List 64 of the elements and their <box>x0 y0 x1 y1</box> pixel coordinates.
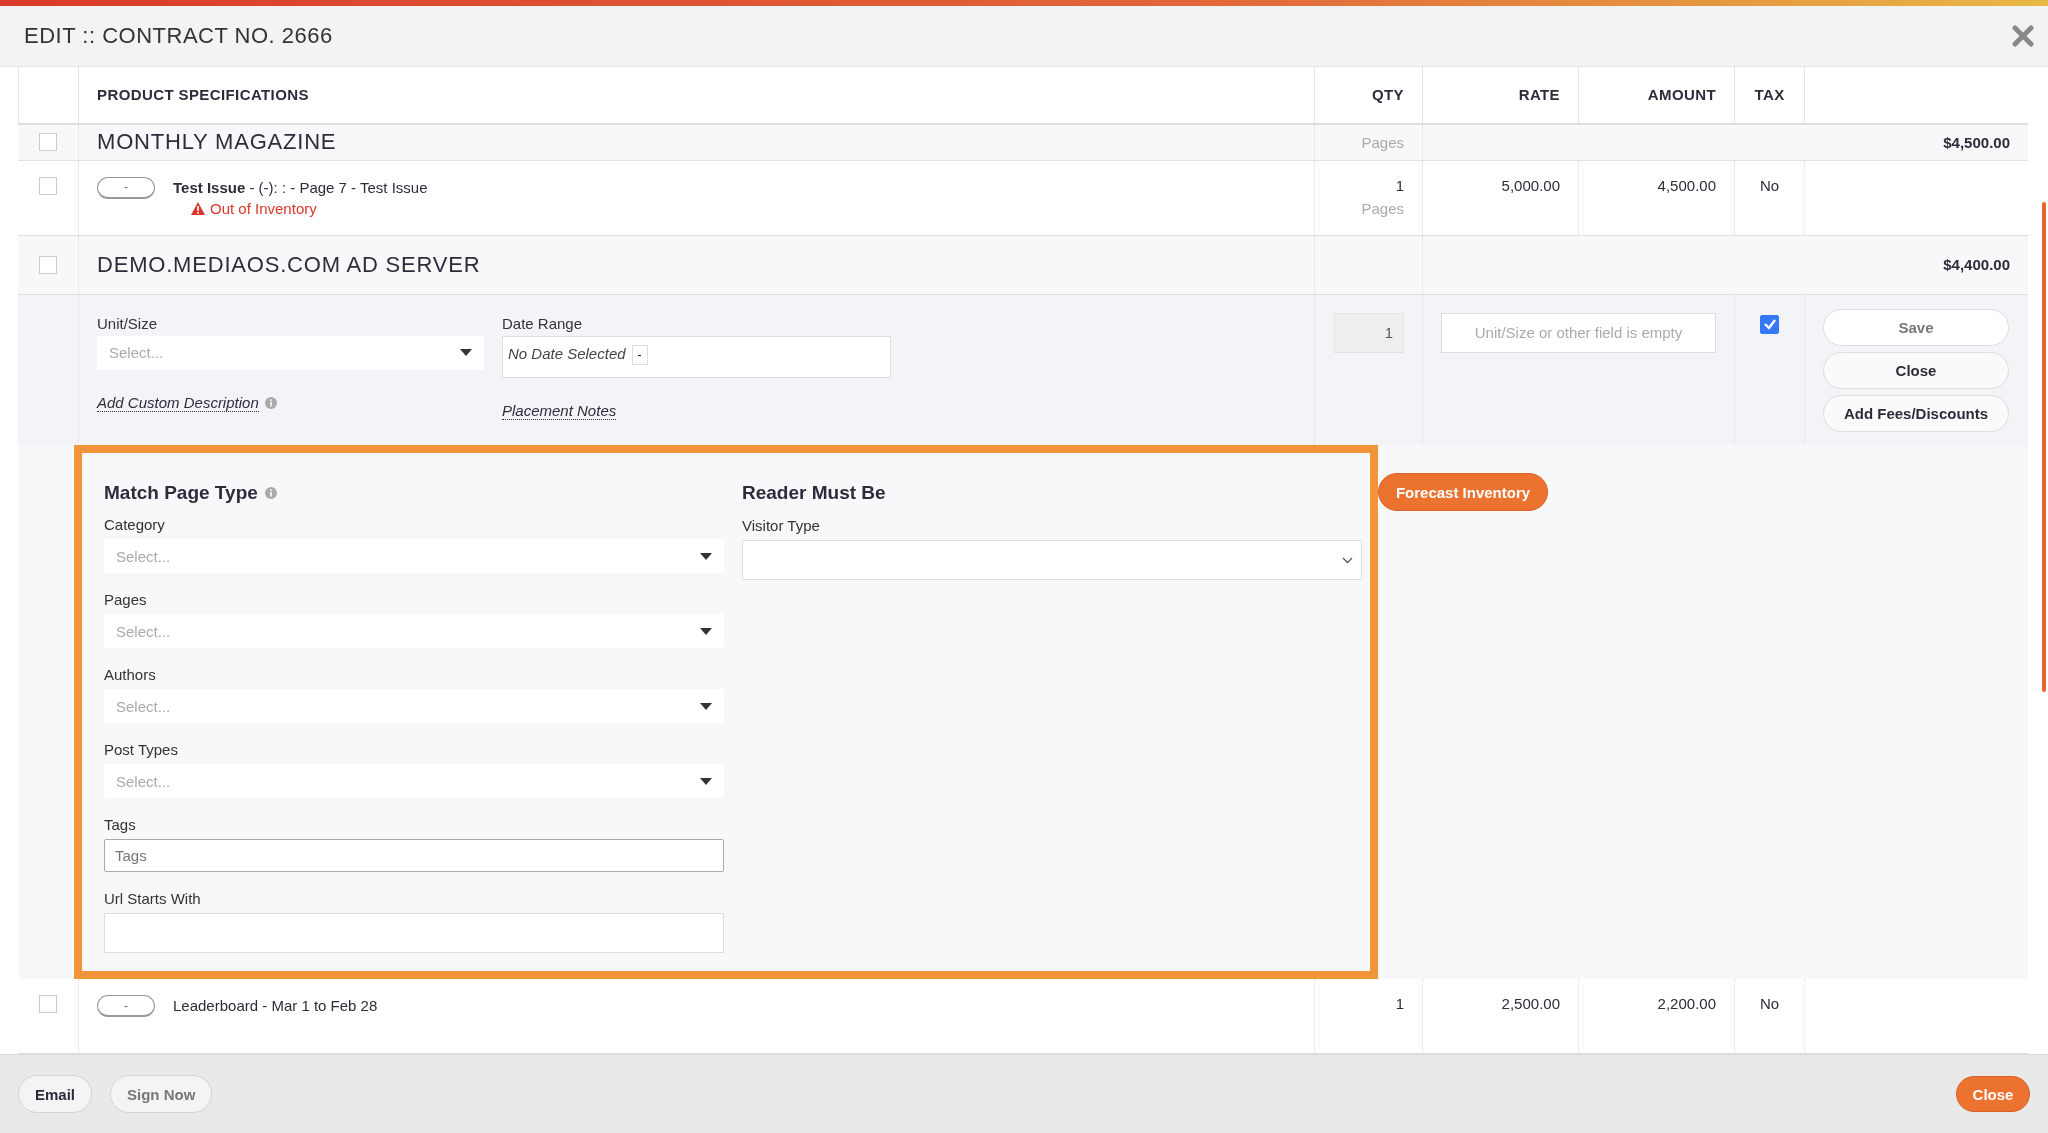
tax-value: No <box>1759 995 1780 1012</box>
caret-icon <box>460 349 472 357</box>
tax-value: No <box>1759 176 1780 194</box>
column-header: TAX <box>1754 86 1785 104</box>
rate: 2,500.00 <box>1501 995 1560 1012</box>
quantity: 1 <box>1395 995 1404 1012</box>
tags-field[interactable]: Tags <box>104 839 724 872</box>
quantity-field[interactable]: 1 <box>1334 312 1404 353</box>
warning-text: Out of Inventory <box>210 199 317 217</box>
column-header: RATE <box>1518 86 1560 104</box>
checkbox[interactable] <box>39 176 57 195</box>
quantity: 1 <box>1395 176 1404 194</box>
field-label: Post Types <box>104 741 179 758</box>
amount: 4,500.00 <box>1657 176 1716 194</box>
email-button[interactable]: Email <box>18 1075 93 1113</box>
add-description-link[interactable]: Add Custom Description <box>97 393 259 412</box>
close-icon[interactable] <box>2012 25 2034 47</box>
unit-label: Pages <box>1361 133 1404 151</box>
field-label: Unit/Size <box>97 314 159 332</box>
checkbox[interactable] <box>39 255 57 274</box>
field-label: Category <box>104 516 166 533</box>
section-title: Match Page Type <box>104 481 258 504</box>
tax-checkbox[interactable] <box>1760 314 1779 334</box>
product-name: Test Issue - (-): : - Page 7 - Test Issue <box>173 178 428 196</box>
field-label: Date Range <box>502 314 584 332</box>
caret-icon <box>700 702 712 710</box>
placement-notes-link[interactable]: Placement Notes <box>502 401 617 420</box>
visitor-type-dropdown[interactable] <box>742 540 1362 580</box>
field-label: Visitor Type <box>742 517 821 534</box>
field-label: Url Starts With <box>104 890 202 907</box>
clear-date-button[interactable]: - <box>631 344 648 365</box>
toggle-button[interactable]: - <box>97 995 155 1017</box>
caret-icon <box>700 777 712 785</box>
checkbox[interactable] <box>39 133 57 152</box>
info-icon <box>264 396 277 409</box>
unit-label: Pages <box>1361 199 1404 217</box>
toggle-button[interactable]: - <box>97 176 155 199</box>
add-fees-button[interactable]: Add Fees/Discounts <box>1823 394 2009 432</box>
info-icon <box>264 486 277 499</box>
section-title: Reader Must Be <box>742 482 886 504</box>
caret-icon <box>700 552 712 560</box>
date-range-field[interactable]: No Date Selected - <box>502 335 891 378</box>
field-label: Authors <box>104 666 157 683</box>
column-header: QTY <box>1371 86 1404 104</box>
rate: 5,000.00 <box>1501 176 1560 194</box>
group-total: $4,400.00 <box>1943 256 2010 274</box>
product-name: Leaderboard - Mar 1 to Feb 28 <box>173 997 378 1014</box>
rate-field[interactable]: Unit/Size or other field is empty <box>1441 312 1716 353</box>
group-title: MONTHLY MAGAZINE <box>97 129 337 156</box>
column-header: PRODUCT SPECIFICATIONS <box>78 67 1314 123</box>
warning-icon <box>191 201 205 215</box>
url-field[interactable] <box>104 913 724 953</box>
scrollbar-thumb[interactable] <box>2042 202 2046 692</box>
chevron-icon <box>1342 556 1353 564</box>
field-label: Pages <box>104 591 148 608</box>
checkbox[interactable] <box>39 995 57 1013</box>
close-button[interactable]: Close <box>1823 351 2009 389</box>
window-title: EDIT :: CONTRACT NO. 2666 <box>24 23 333 49</box>
caret-icon <box>700 627 712 635</box>
field-label: Tags <box>104 816 137 833</box>
group-title: DEMO.MEDIAOS.COM AD SERVER <box>97 251 481 278</box>
amount: 2,200.00 <box>1657 995 1716 1012</box>
group-total: $4,500.00 <box>1943 133 2010 151</box>
column-header: AMOUNT <box>1647 86 1716 104</box>
